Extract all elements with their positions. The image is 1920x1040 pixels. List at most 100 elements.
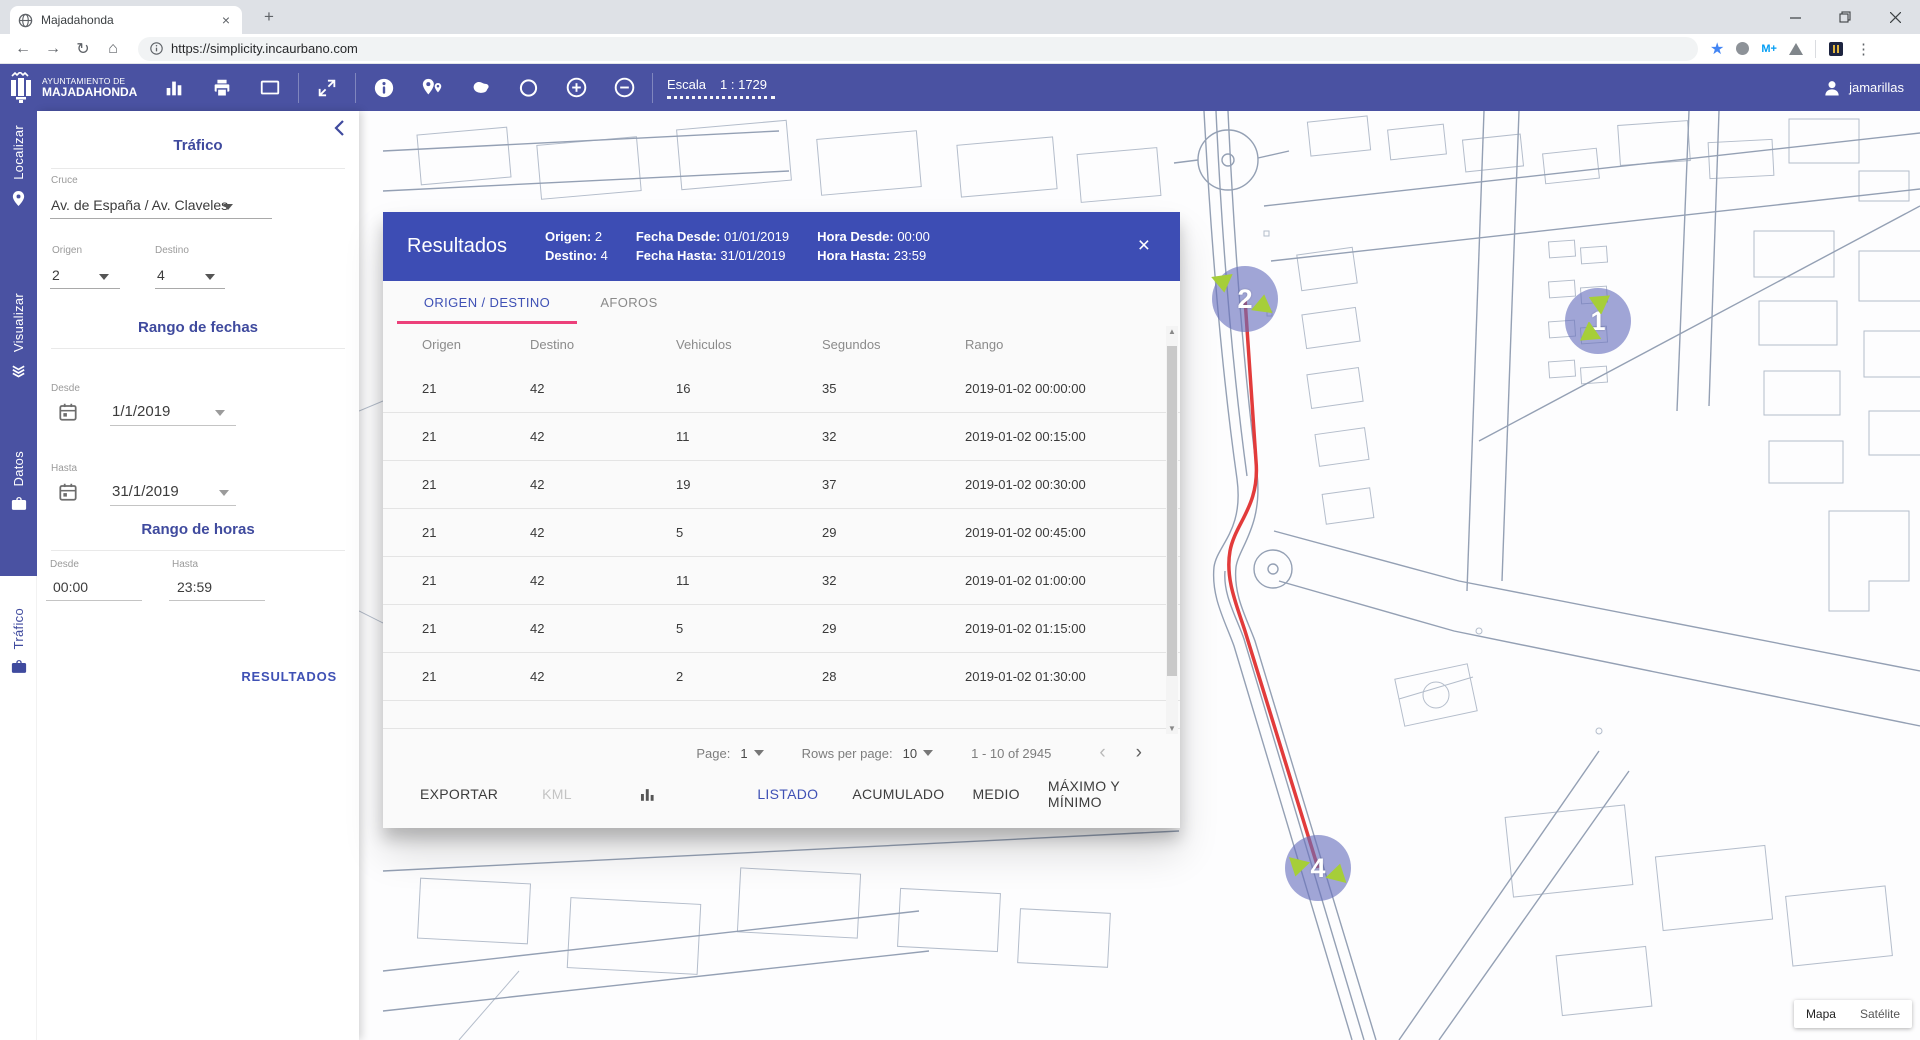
map-type-satelite-button[interactable]: Satélite: [1848, 1000, 1912, 1028]
chevron-down-icon[interactable]: [219, 490, 229, 496]
calendar-icon[interactable]: [57, 401, 79, 423]
resultados-button[interactable]: RESULTADOS: [233, 661, 345, 692]
fecha-desde-input[interactable]: 1/1/2019: [112, 403, 170, 420]
exportar-button[interactable]: EXPORTAR: [414, 778, 504, 810]
table-scrollbar[interactable]: ▲ ▼: [1166, 326, 1178, 734]
scroll-down-icon[interactable]: ▼: [1168, 724, 1176, 733]
draw-area-button[interactable]: [463, 71, 497, 105]
cell-rango: 2019-01-02 00:15:00: [965, 429, 1180, 444]
browser-tab[interactable]: Majadahonda ×: [10, 6, 242, 34]
cruce-select[interactable]: Av. de España / Av. Claveles: [51, 197, 228, 213]
summary-value: 4: [601, 248, 608, 263]
tab-origen-destino[interactable]: ORIGEN / DESTINO: [397, 281, 577, 324]
sidebar-item-visualizar[interactable]: Visualizar: [0, 293, 37, 379]
window-restore-button[interactable]: [1820, 0, 1870, 34]
forward-button[interactable]: →: [40, 36, 66, 62]
table-row[interactable]: 21 42 16 35 2019-01-02 00:00:00: [383, 365, 1180, 413]
zoom-in-button[interactable]: [559, 71, 593, 105]
cell-rango: 2019-01-02 00:30:00: [965, 477, 1180, 492]
table-row[interactable]: 21 42 5 29 2019-01-02 00:45:00: [383, 509, 1180, 557]
page-select[interactable]: 1: [740, 746, 763, 761]
table-row[interactable]: 21 42 5 29 2019-01-02 01:15:00: [383, 605, 1180, 653]
acumulado-button[interactable]: ACUMULADO: [846, 778, 950, 810]
drive-extension-icon[interactable]: [1789, 43, 1803, 55]
tab-close-icon[interactable]: ×: [218, 12, 234, 28]
scrollbar-thumb[interactable]: [1167, 346, 1177, 676]
fecha-hasta-input[interactable]: 31/1/2019: [112, 483, 179, 500]
modal-tabs: ORIGEN / DESTINO AFOROS: [383, 281, 1180, 324]
trafico-filter-panel: Tráfico Cruce Av. de España / Av. Clavel…: [37, 111, 359, 1040]
modal-summary: Origen: 2 Fecha Desde: 01/01/2019 Hora D…: [545, 229, 930, 263]
marker-number: 4: [1310, 853, 1325, 884]
home-button[interactable]: ⌂: [100, 36, 126, 62]
field-underline: [110, 505, 236, 506]
org-line2: MAJADAHONDA: [42, 86, 137, 99]
cell-rango: 2019-01-02 01:00:00: [965, 573, 1180, 588]
medio-button[interactable]: MEDIO: [966, 778, 1025, 810]
cell-vehiculos: 5: [676, 525, 822, 540]
chevron-down-icon[interactable]: [205, 274, 215, 280]
destino-select[interactable]: 4: [157, 267, 165, 283]
fullscreen-button[interactable]: [310, 71, 344, 105]
screen-button[interactable]: [253, 71, 287, 105]
bookmark-star-icon[interactable]: ★: [1710, 39, 1724, 59]
info-button[interactable]: [367, 71, 401, 105]
extension-circle-icon[interactable]: [1736, 42, 1749, 55]
page-info-icon[interactable]: [150, 42, 163, 55]
listado-button[interactable]: LISTADO: [751, 778, 824, 810]
zoom-out-button[interactable]: [607, 71, 641, 105]
table-partial-row: [383, 701, 1180, 729]
calendar-icon[interactable]: [57, 481, 79, 503]
print-button[interactable]: [205, 71, 239, 105]
scale-value: 1 : 1729: [720, 77, 767, 92]
scroll-up-icon[interactable]: ▲: [1168, 327, 1176, 336]
map-pins-button[interactable]: [415, 71, 449, 105]
maximo-minimo-button[interactable]: MÁXIMO Y MÍNIMO: [1042, 770, 1180, 818]
table-row[interactable]: 21 42 11 32 2019-01-02 00:15:00: [383, 413, 1180, 461]
tab-aforos[interactable]: AFOROS: [577, 281, 681, 324]
map-marker-4[interactable]: 4: [1285, 835, 1351, 901]
sidebar-item-datos[interactable]: Datos: [0, 451, 37, 511]
resultados-modal: Resultados Origen: 2 Fecha Desde: 01/01/…: [383, 212, 1180, 828]
sidebar-item-trafico[interactable]: Tráfico: [0, 608, 37, 674]
rows-per-page-select[interactable]: 10: [903, 746, 933, 761]
next-page-button[interactable]: ›: [1126, 742, 1152, 764]
previous-page-button[interactable]: ‹: [1089, 742, 1115, 764]
browser-menu-icon[interactable]: ⋮: [1856, 40, 1871, 58]
window-minimize-button[interactable]: [1770, 0, 1820, 34]
modal-close-icon[interactable]: ×: [1132, 230, 1156, 262]
movistar-extension-icon[interactable]: M+: [1761, 43, 1777, 55]
globe-favicon-icon: [18, 13, 33, 28]
chevron-down-icon[interactable]: [215, 410, 225, 416]
address-bar[interactable]: https://simplicity.incaurbano.com: [138, 37, 1698, 61]
cell-segundos: 28: [822, 669, 965, 684]
hora-hasta-input[interactable]: 23:59: [177, 579, 212, 595]
reload-button[interactable]: ↻: [70, 36, 96, 62]
summary-label: Fecha Desde:: [636, 229, 721, 244]
map-type-mapa-button[interactable]: Mapa: [1794, 1000, 1848, 1028]
kml-button[interactable]: KML: [536, 778, 578, 810]
stats-button[interactable]: [157, 71, 191, 105]
sidebar-item-localizar[interactable]: Localizar: [0, 125, 37, 207]
new-tab-button[interactable]: +: [256, 4, 282, 30]
summary-value: 00:00: [897, 229, 930, 244]
column-segundos: Segundos: [822, 337, 965, 352]
select-ring-button[interactable]: [511, 71, 545, 105]
table-row[interactable]: 21 42 2 28 2019-01-02 01:30:00: [383, 653, 1180, 701]
origen-select[interactable]: 2: [52, 267, 60, 283]
chevron-down-icon[interactable]: [99, 274, 109, 280]
hora-desde-input[interactable]: 00:00: [53, 579, 88, 595]
divider: [652, 73, 653, 103]
map-marker-2[interactable]: 2: [1212, 266, 1278, 332]
window-close-button[interactable]: [1870, 0, 1920, 34]
chart-button[interactable]: [640, 786, 656, 802]
custom-extension-icon[interactable]: [1828, 41, 1844, 57]
cell-rango: 2019-01-02 00:45:00: [965, 525, 1180, 540]
table-row[interactable]: 21 42 11 32 2019-01-02 01:00:00: [383, 557, 1180, 605]
user-menu[interactable]: jamarillas: [1822, 78, 1920, 98]
back-button[interactable]: ←: [10, 36, 36, 62]
map-marker-1[interactable]: 1: [1565, 288, 1631, 354]
chevron-down-icon[interactable]: [223, 204, 233, 210]
table-row[interactable]: 21 42 19 37 2019-01-02 00:30:00: [383, 461, 1180, 509]
cell-segundos: 29: [822, 621, 965, 636]
